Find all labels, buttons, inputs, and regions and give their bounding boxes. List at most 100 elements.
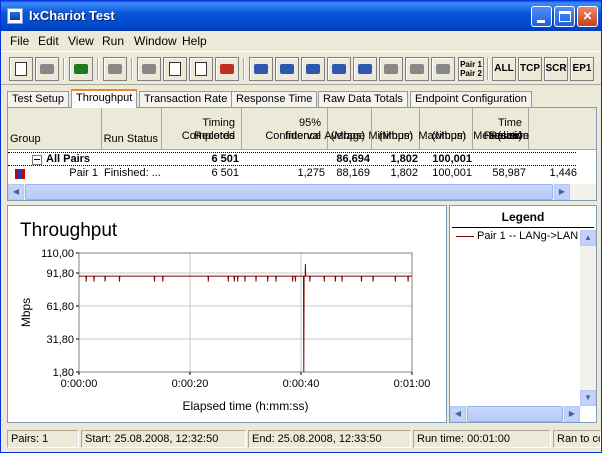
header-relative-precision[interactable]: Relative Precision xyxy=(484,108,596,150)
legend-swatch xyxy=(456,235,474,237)
cell-relative-precision: 1,446 xyxy=(549,167,577,179)
header-run-status[interactable]: Run Status xyxy=(102,108,162,150)
header-timing-line2: Completed xyxy=(181,130,235,142)
scroll-up-arrow-icon[interactable]: ▲ xyxy=(580,230,596,246)
menu-file[interactable]: File xyxy=(10,34,29,48)
renumber-icon xyxy=(436,64,450,74)
legend-panel: Legend Pair 1 -- LANg->LAN ▲ ▼ ◀ ▶ xyxy=(449,205,597,423)
pair-options-icon xyxy=(410,64,424,74)
window-title: IxChariot Test xyxy=(29,8,115,23)
add-video-pair-button[interactable] xyxy=(353,57,377,81)
cell-group: Pair 1 xyxy=(69,167,98,179)
status-end: End: 25.08.2008, 12:33:50 xyxy=(248,430,411,448)
tab-raw-data-totals[interactable]: Raw Data Totals xyxy=(318,91,408,107)
print-button[interactable] xyxy=(35,57,59,81)
app-icon xyxy=(7,8,23,24)
filter-tcp-button[interactable]: TCP xyxy=(518,57,542,81)
tab-endpoint-configuration[interactable]: Endpoint Configuration xyxy=(410,91,532,107)
pair-2-label: Pair 2 xyxy=(460,69,482,78)
tab-test-setup[interactable]: Test Setup xyxy=(7,91,69,107)
y-tick-label: 110,00 xyxy=(41,248,74,260)
plot-frame xyxy=(78,252,413,373)
collapse-icon[interactable] xyxy=(32,155,42,165)
close-icon: ✕ xyxy=(582,9,593,23)
delete-button[interactable] xyxy=(215,57,239,81)
y-tick-label: 31,80 xyxy=(46,334,74,346)
add-voip-button[interactable] xyxy=(301,57,325,81)
toolbar-separator xyxy=(243,58,245,80)
header-min-line2: (Mbps) xyxy=(378,130,413,142)
header-measured-time[interactable]: Measured Time (sec) xyxy=(473,108,529,150)
header-minimum[interactable]: Minimum (Mbps) xyxy=(368,108,420,150)
legend-item[interactable]: Pair 1 -- LANg->LAN xyxy=(456,230,578,242)
add-hardware-pair-button[interactable] xyxy=(327,57,351,81)
status-runtime: Run time: 00:01:00 xyxy=(413,430,551,448)
cell-run-status: Finished: ... xyxy=(104,167,160,179)
scrollbar-thumb[interactable] xyxy=(467,406,563,422)
menu-help[interactable]: Help xyxy=(182,34,207,48)
minimize-icon xyxy=(537,20,545,23)
cell-timing: 6 501 xyxy=(211,167,239,179)
copy-icon xyxy=(169,62,181,76)
tab-throughput[interactable]: Throughput xyxy=(71,89,138,108)
cell-group: All Pairs xyxy=(46,153,91,165)
video-pair-icon xyxy=(358,64,372,74)
scroll-right-arrow-icon[interactable]: ▶ xyxy=(554,184,570,200)
run-button[interactable] xyxy=(69,57,93,81)
menu-window[interactable]: Window xyxy=(134,34,177,48)
menu-view[interactable]: View xyxy=(68,34,94,48)
scroll-left-arrow-icon[interactable]: ◀ xyxy=(8,184,24,200)
tab-response-time[interactable]: Response Time xyxy=(231,91,318,107)
hardware-pair-icon xyxy=(332,64,346,74)
menu-run[interactable]: Run xyxy=(102,34,124,48)
table-row-all-pairs[interactable]: All Pairs 6 501 86,694 1,802 100,001 xyxy=(8,152,576,166)
cell-average: 88,169 xyxy=(336,167,370,179)
header-timing-records[interactable]: Timing Records Completed xyxy=(162,108,242,150)
scroll-down-arrow-icon[interactable]: ▼ xyxy=(580,390,596,406)
stop-button[interactable] xyxy=(103,57,127,81)
new-button[interactable] xyxy=(9,57,33,81)
header-group[interactable]: Group xyxy=(8,108,102,150)
paste-button[interactable] xyxy=(189,57,213,81)
pair-swap-button[interactable]: Pair 1 Pair 2 xyxy=(458,57,484,81)
table-horizontal-scrollbar[interactable]: ◀ ▶ xyxy=(8,184,596,200)
cell-average: 86,694 xyxy=(336,153,370,165)
legend-vertical-scrollbar[interactable]: ▲ ▼ xyxy=(580,230,596,406)
filter-ep1-button[interactable]: EP1 xyxy=(570,57,594,81)
copy-button[interactable] xyxy=(163,57,187,81)
title-bar[interactable]: IxChariot Test ✕ xyxy=(1,1,601,31)
header-confidence-interval[interactable]: 95% Confidence Interval xyxy=(242,108,328,150)
cell-minimum: 1,802 xyxy=(390,167,418,179)
y-tick-label: 61,80 xyxy=(46,301,74,313)
scroll-right-arrow-icon[interactable]: ▶ xyxy=(564,406,580,422)
edit-pair-button[interactable] xyxy=(379,57,403,81)
filter-scr-button[interactable]: SCR xyxy=(544,57,568,81)
cell-timing: 6 501 xyxy=(211,153,239,165)
close-button[interactable]: ✕ xyxy=(577,6,598,27)
pair-options-button[interactable] xyxy=(405,57,429,81)
add-multicast-button[interactable] xyxy=(275,57,299,81)
scroll-left-arrow-icon[interactable]: ◀ xyxy=(450,406,466,422)
cell-measured-time: 58,987 xyxy=(492,167,526,179)
tab-transaction-rate[interactable]: Transaction Rate xyxy=(139,91,233,107)
menu-edit[interactable]: Edit xyxy=(38,34,59,48)
maximize-button[interactable] xyxy=(554,6,575,27)
scrollbar-thumb[interactable] xyxy=(25,184,553,200)
x-tick-label: 0:00:40 xyxy=(283,378,320,390)
header-maximum[interactable]: Maximum (Mbps) xyxy=(418,108,473,150)
filter-all-button[interactable]: ALL xyxy=(492,57,516,81)
header-run-status-label: Run Status xyxy=(103,133,158,145)
minimize-button[interactable] xyxy=(531,6,552,27)
status-ran-to-completion: Ran to co xyxy=(553,430,601,448)
edit-pair-icon xyxy=(384,64,398,74)
paste-icon xyxy=(195,62,207,76)
toolbar: Pair 1 Pair 2 ALL TCP SCR EP1 xyxy=(1,51,601,85)
table-row-pair-1[interactable]: Pair 1 Finished: ... 6 501 1,275 88,169 … xyxy=(8,167,596,181)
cut-button[interactable] xyxy=(137,57,161,81)
legend-horizontal-scrollbar[interactable]: ◀ ▶ xyxy=(450,406,580,422)
x-tick-label: 0:00:20 xyxy=(172,378,209,390)
header-average[interactable]: Average (Mbps) xyxy=(324,108,372,150)
renumber-button[interactable] xyxy=(431,57,455,81)
header-rp-line2: Precision xyxy=(483,130,529,142)
add-pair-button[interactable] xyxy=(249,57,273,81)
